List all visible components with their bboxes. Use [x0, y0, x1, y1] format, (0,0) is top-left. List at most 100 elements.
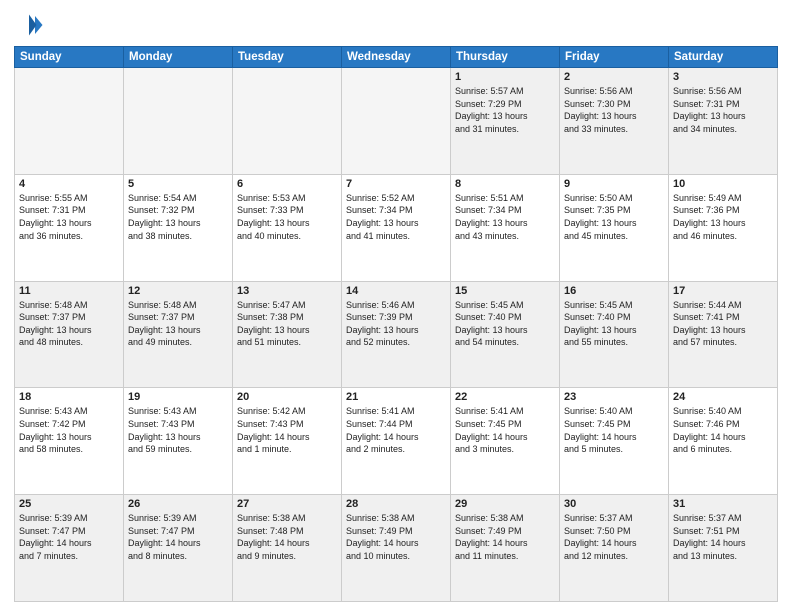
cell-info: Sunrise: 5:50 AM Sunset: 7:35 PM Dayligh… [564, 192, 664, 242]
calendar-cell: 27 Sunrise: 5:38 AM Sunset: 7:48 PM Dayli… [233, 495, 342, 602]
day-number: 28 [346, 498, 446, 510]
cell-info: Sunrise: 5:43 AM Sunset: 7:42 PM Dayligh… [19, 405, 119, 455]
calendar-cell: 25 Sunrise: 5:39 AM Sunset: 7:47 PM Dayli… [15, 495, 124, 602]
calendar-cell: 11 Sunrise: 5:48 AM Sunset: 7:37 PM Dayli… [15, 281, 124, 388]
cell-info: Sunrise: 5:57 AM Sunset: 7:29 PM Dayligh… [455, 85, 555, 135]
day-number: 15 [455, 285, 555, 297]
day-number: 16 [564, 285, 664, 297]
day-number: 3 [673, 71, 773, 83]
calendar-cell: 23 Sunrise: 5:40 AM Sunset: 7:45 PM Dayli… [560, 388, 669, 495]
cell-info: Sunrise: 5:43 AM Sunset: 7:43 PM Dayligh… [128, 405, 228, 455]
cell-info: Sunrise: 5:51 AM Sunset: 7:34 PM Dayligh… [455, 192, 555, 242]
cell-info: Sunrise: 5:46 AM Sunset: 7:39 PM Dayligh… [346, 299, 446, 349]
calendar-cell [233, 68, 342, 175]
cell-info: Sunrise: 5:39 AM Sunset: 7:47 PM Dayligh… [19, 512, 119, 562]
calendar-week-row: 4 Sunrise: 5:55 AM Sunset: 7:31 PM Daylig… [15, 174, 778, 281]
calendar-week-row: 1 Sunrise: 5:57 AM Sunset: 7:29 PM Daylig… [15, 68, 778, 175]
calendar-cell: 1 Sunrise: 5:57 AM Sunset: 7:29 PM Daylig… [451, 68, 560, 175]
day-number: 25 [19, 498, 119, 510]
calendar-header-saturday: Saturday [669, 47, 778, 68]
logo-icon [14, 10, 44, 40]
calendar-header-tuesday: Tuesday [233, 47, 342, 68]
day-number: 22 [455, 391, 555, 403]
cell-info: Sunrise: 5:54 AM Sunset: 7:32 PM Dayligh… [128, 192, 228, 242]
cell-info: Sunrise: 5:53 AM Sunset: 7:33 PM Dayligh… [237, 192, 337, 242]
calendar-header-monday: Monday [124, 47, 233, 68]
calendar-cell: 28 Sunrise: 5:38 AM Sunset: 7:49 PM Dayli… [342, 495, 451, 602]
calendar-cell: 7Sunrise: 5:52 AM Sunset: 7:34 PM Daylig… [342, 174, 451, 281]
calendar-cell: 4 Sunrise: 5:55 AM Sunset: 7:31 PM Daylig… [15, 174, 124, 281]
day-number: 12 [128, 285, 228, 297]
calendar-week-row: 18 Sunrise: 5:43 AM Sunset: 7:42 PM Dayli… [15, 388, 778, 495]
logo [14, 10, 48, 40]
calendar-cell: 26 Sunrise: 5:39 AM Sunset: 7:47 PM Dayli… [124, 495, 233, 602]
day-number: 29 [455, 498, 555, 510]
day-number: 4 [19, 178, 119, 190]
day-number: 31 [673, 498, 773, 510]
day-number: 2 [564, 71, 664, 83]
calendar-cell: 8 Sunrise: 5:51 AM Sunset: 7:34 PM Daylig… [451, 174, 560, 281]
day-number: 26 [128, 498, 228, 510]
cell-info: Sunrise: 5:42 AM Sunset: 7:43 PM Dayligh… [237, 405, 337, 455]
calendar-cell: 9Sunrise: 5:50 AM Sunset: 7:35 PM Daylig… [560, 174, 669, 281]
cell-info: Sunrise: 5:37 AM Sunset: 7:50 PM Dayligh… [564, 512, 664, 562]
cell-info: Sunrise: 5:48 AM Sunset: 7:37 PM Dayligh… [19, 299, 119, 349]
calendar-cell: 6 Sunrise: 5:53 AM Sunset: 7:33 PM Daylig… [233, 174, 342, 281]
page: SundayMondayTuesdayWednesdayThursdayFrid… [0, 0, 792, 612]
day-number: 21 [346, 391, 446, 403]
calendar-cell: 24 Sunrise: 5:40 AM Sunset: 7:46 PM Dayli… [669, 388, 778, 495]
day-number: 24 [673, 391, 773, 403]
calendar-cell: 19 Sunrise: 5:43 AM Sunset: 7:43 PM Dayli… [124, 388, 233, 495]
cell-info: Sunrise: 5:56 AM Sunset: 7:31 PM Dayligh… [673, 85, 773, 135]
calendar-cell [15, 68, 124, 175]
day-number: 1 [455, 71, 555, 83]
cell-info: Sunrise: 5:38 AM Sunset: 7:49 PM Dayligh… [455, 512, 555, 562]
calendar-header-thursday: Thursday [451, 47, 560, 68]
day-number: 11 [19, 285, 119, 297]
day-number: 23 [564, 391, 664, 403]
calendar-cell: 16 Sunrise: 5:45 AM Sunset: 7:40 PM Dayli… [560, 281, 669, 388]
day-number: 7 [346, 178, 446, 190]
day-number: 18 [19, 391, 119, 403]
calendar-cell: 13Sunrise: 5:47 AM Sunset: 7:38 PM Dayli… [233, 281, 342, 388]
calendar-cell: 2Sunrise: 5:56 AM Sunset: 7:30 PM Daylig… [560, 68, 669, 175]
cell-info: Sunrise: 5:38 AM Sunset: 7:49 PM Dayligh… [346, 512, 446, 562]
day-number: 27 [237, 498, 337, 510]
cell-info: Sunrise: 5:47 AM Sunset: 7:38 PM Dayligh… [237, 299, 337, 349]
cell-info: Sunrise: 5:40 AM Sunset: 7:46 PM Dayligh… [673, 405, 773, 455]
calendar-cell [124, 68, 233, 175]
cell-info: Sunrise: 5:41 AM Sunset: 7:45 PM Dayligh… [455, 405, 555, 455]
calendar-cell: 31 Sunrise: 5:37 AM Sunset: 7:51 PM Dayli… [669, 495, 778, 602]
cell-info: Sunrise: 5:55 AM Sunset: 7:31 PM Dayligh… [19, 192, 119, 242]
calendar-cell: 30 Sunrise: 5:37 AM Sunset: 7:50 PM Dayli… [560, 495, 669, 602]
cell-info: Sunrise: 5:39 AM Sunset: 7:47 PM Dayligh… [128, 512, 228, 562]
calendar-cell: 20Sunrise: 5:42 AM Sunset: 7:43 PM Dayli… [233, 388, 342, 495]
calendar-cell: 14Sunrise: 5:46 AM Sunset: 7:39 PM Dayli… [342, 281, 451, 388]
day-number: 19 [128, 391, 228, 403]
calendar-cell [342, 68, 451, 175]
cell-info: Sunrise: 5:44 AM Sunset: 7:41 PM Dayligh… [673, 299, 773, 349]
calendar-cell: 18 Sunrise: 5:43 AM Sunset: 7:42 PM Dayli… [15, 388, 124, 495]
cell-info: Sunrise: 5:37 AM Sunset: 7:51 PM Dayligh… [673, 512, 773, 562]
calendar-cell: 17Sunrise: 5:44 AM Sunset: 7:41 PM Dayli… [669, 281, 778, 388]
day-number: 5 [128, 178, 228, 190]
calendar-cell: 5 Sunrise: 5:54 AM Sunset: 7:32 PM Daylig… [124, 174, 233, 281]
calendar-cell: 10Sunrise: 5:49 AM Sunset: 7:36 PM Dayli… [669, 174, 778, 281]
calendar-cell: 21Sunrise: 5:41 AM Sunset: 7:44 PM Dayli… [342, 388, 451, 495]
calendar-week-row: 11 Sunrise: 5:48 AM Sunset: 7:37 PM Dayli… [15, 281, 778, 388]
calendar-header-friday: Friday [560, 47, 669, 68]
calendar-cell: 29 Sunrise: 5:38 AM Sunset: 7:49 PM Dayli… [451, 495, 560, 602]
day-number: 8 [455, 178, 555, 190]
day-number: 30 [564, 498, 664, 510]
calendar-header-row: SundayMondayTuesdayWednesdayThursdayFrid… [15, 47, 778, 68]
header [14, 10, 778, 40]
cell-info: Sunrise: 5:45 AM Sunset: 7:40 PM Dayligh… [564, 299, 664, 349]
cell-info: Sunrise: 5:38 AM Sunset: 7:48 PM Dayligh… [237, 512, 337, 562]
calendar-cell: 3 Sunrise: 5:56 AM Sunset: 7:31 PM Daylig… [669, 68, 778, 175]
calendar-cell: 12Sunrise: 5:48 AM Sunset: 7:37 PM Dayli… [124, 281, 233, 388]
day-number: 10 [673, 178, 773, 190]
day-number: 6 [237, 178, 337, 190]
cell-info: Sunrise: 5:45 AM Sunset: 7:40 PM Dayligh… [455, 299, 555, 349]
cell-info: Sunrise: 5:40 AM Sunset: 7:45 PM Dayligh… [564, 405, 664, 455]
calendar-cell: 15 Sunrise: 5:45 AM Sunset: 7:40 PM Dayli… [451, 281, 560, 388]
